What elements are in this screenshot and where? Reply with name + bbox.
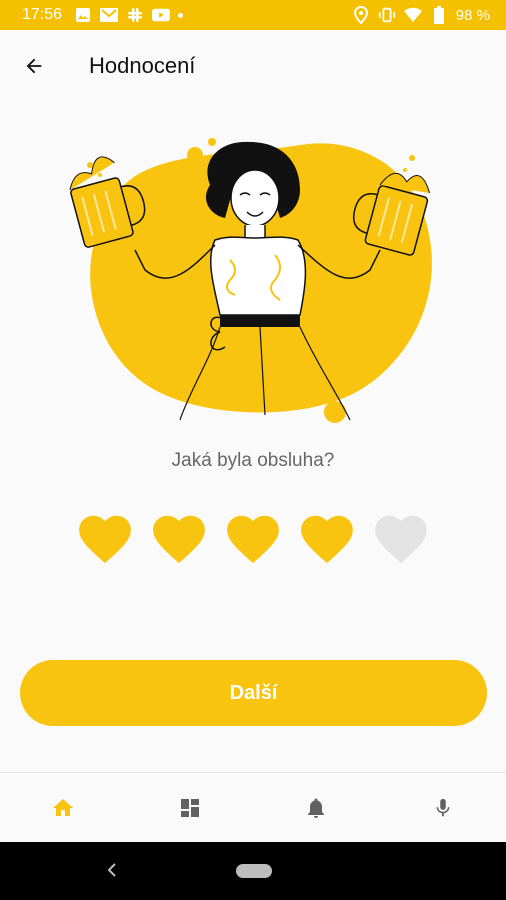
back-button[interactable] [14,46,54,86]
heart-rating [74,508,432,570]
status-time: 17:56 [22,6,63,23]
bottom-navigation [0,772,506,842]
system-navigation-bar [0,842,506,900]
page-title: Hodnocení [89,53,196,78]
notification-dot-icon [178,12,184,18]
arrow-left-icon [26,58,42,74]
gmail-icon [100,6,119,24]
status-bar: 17:56 98 % [0,0,506,30]
dashboard-icon [180,798,199,817]
wifi-icon [403,6,422,24]
microphone-icon [436,798,450,816]
nav-item-dashboard[interactable] [127,773,254,842]
heart-icon[interactable] [222,508,284,570]
heart-icon[interactable] [370,508,432,570]
photo-icon [74,6,92,24]
rating-question: Jaká byla obsluha? [171,450,335,471]
system-home-pill[interactable] [236,864,272,878]
nav-item-microphone[interactable] [380,773,506,842]
vibrate-icon [378,6,396,24]
heart-icon[interactable] [148,508,210,570]
app-bar: Hodnocení [0,30,506,102]
nav-item-notifications[interactable] [253,773,380,842]
system-back-icon[interactable] [102,860,122,880]
home-icon [53,798,74,816]
nav-item-home[interactable] [0,773,127,842]
heart-icon[interactable] [74,508,136,570]
woman-with-beer-illustration [60,130,450,430]
bell-icon [308,798,325,818]
battery-icon [430,6,448,24]
location-icon [352,6,370,24]
battery-percent: 98 % [455,6,490,24]
next-button[interactable]: Další [20,660,487,726]
slack-icon [126,6,144,24]
heart-icon[interactable] [296,508,358,570]
youtube-icon [152,6,171,24]
